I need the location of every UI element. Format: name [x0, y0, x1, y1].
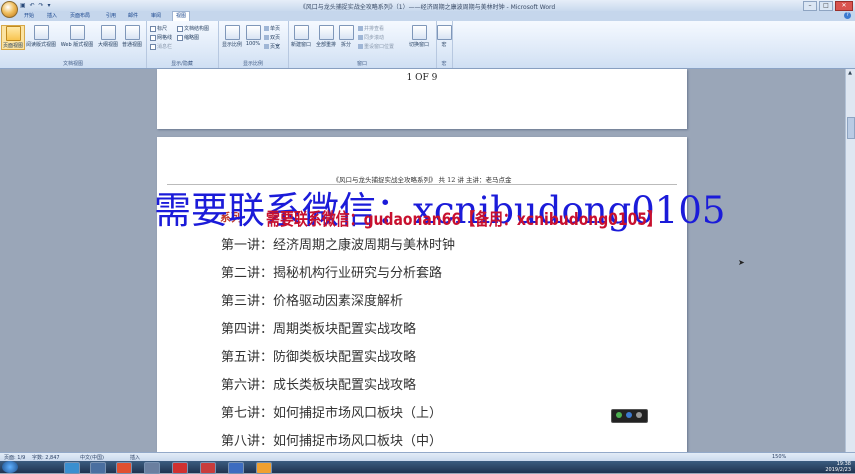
split-button[interactable]: 拆分 — [339, 25, 354, 48]
system-clock[interactable]: 19:38 2019/2/23 — [825, 461, 851, 473]
hundred-icon — [245, 25, 261, 40]
reset-window-button[interactable]: 重设窗口位置 — [358, 43, 394, 50]
taskbar: 19:38 2019/2/23 — [0, 461, 855, 474]
globe-icon — [69, 25, 85, 40]
taskbar-app-icon[interactable] — [64, 462, 80, 474]
watermark-red: 需要联系微信：gudaonan66【备用：xcnibudong0105】 — [266, 210, 661, 230]
thumbnails-checkbox[interactable]: 缩略图 — [177, 34, 199, 41]
maximize-button[interactable]: □ — [819, 1, 833, 11]
ribbon: 页面视图 阅读版式视图 Web 版式视图 大纲视图 普通视图 文档视图 标尺 网… — [0, 21, 855, 69]
draft-icon — [124, 25, 140, 40]
office-button[interactable] — [1, 1, 18, 18]
tab-references[interactable]: 引用 — [106, 12, 116, 19]
taskbar-app-icon[interactable] — [200, 462, 216, 474]
magnifier-icon — [224, 25, 240, 40]
minimize-button[interactable]: – — [803, 1, 817, 11]
word-taskbar-icon[interactable] — [228, 462, 244, 474]
close-button[interactable]: ✕ — [835, 1, 853, 11]
print-layout-button[interactable]: 页面视图 — [1, 25, 25, 50]
group-zoom: 显示比例 100% 单页 双页 页宽 显示比例 — [218, 21, 289, 68]
web-layout-button[interactable]: Web 版式视图 — [58, 25, 96, 48]
message-bar-checkbox[interactable]: 消息栏 — [150, 43, 172, 50]
switch-windows-button[interactable]: 切换窗口 — [406, 25, 432, 48]
scroll-up-icon[interactable]: ▲ — [847, 70, 853, 76]
start-button[interactable] — [2, 461, 18, 473]
print-layout-icon — [5, 26, 21, 41]
group-label-show: 显示/隐藏 — [171, 61, 193, 67]
page-width-button[interactable]: 页宽 — [264, 43, 280, 50]
macro-icon — [437, 25, 452, 40]
full-screen-reading-button[interactable]: 阅读版式视图 — [26, 25, 56, 48]
switch-windows-icon — [411, 25, 427, 40]
macros-button[interactable]: 宏 — [437, 25, 452, 48]
hundred-percent-button[interactable]: 100% — [245, 25, 261, 47]
zoom-button[interactable]: 显示比例 — [220, 25, 244, 48]
group-document-views: 页面视图 阅读版式视图 Web 版式视图 大纲视图 普通视图 文档视图 — [0, 21, 147, 68]
mouse-cursor-icon: ➤ — [738, 258, 745, 267]
lecture-item: 第二讲：揭秘机构行业研究与分析套路 — [221, 266, 443, 281]
ruler-checkbox[interactable]: 标尺 — [150, 25, 167, 32]
lecture-item: 第五讲：防御类板块配置实战攻略 — [221, 350, 417, 365]
gridlines-checkbox[interactable]: 网格线 — [150, 34, 172, 41]
options-icon[interactable] — [636, 412, 642, 418]
title-bar: ▣ ↶ ↷ ▾ 《风口与龙头捕捉实战全攻略系列》（1）——经济周期之康波周期与美… — [0, 0, 855, 18]
zoom-level[interactable]: 150% — [772, 454, 786, 460]
document-map-checkbox[interactable]: 文档结构图 — [177, 25, 209, 32]
arrange-all-button[interactable]: 全部重排 — [314, 25, 338, 48]
tab-insert[interactable]: 插入 — [47, 12, 57, 19]
outline-button[interactable]: 大纲视图 — [97, 25, 119, 48]
lecture-item: 第三讲：价格驱动因素深度解析 — [221, 294, 404, 309]
group-macros: 宏 宏 — [436, 21, 453, 68]
scroll-thumb[interactable] — [847, 117, 855, 139]
language-bar[interactable] — [611, 409, 648, 423]
sync-scroll-button[interactable]: 同步滚动 — [358, 34, 384, 41]
taskbar-app-icon[interactable] — [172, 462, 188, 474]
taskbar-app-icon[interactable] — [116, 462, 132, 474]
help-icon[interactable]: ? — [844, 12, 851, 19]
arrange-icon — [318, 25, 334, 40]
reading-layout-icon — [33, 25, 49, 40]
lecture-item: 第一讲：经济周期之康波周期与美林时钟 — [221, 238, 456, 253]
side-by-side-button[interactable]: 并排查看 — [358, 25, 384, 32]
one-page-button[interactable]: 单页 — [264, 25, 280, 32]
status-insert-mode[interactable]: 插入 — [130, 454, 140, 461]
tab-review[interactable]: 审阅 — [151, 12, 161, 19]
tab-mailings[interactable]: 邮件 — [128, 12, 138, 19]
page-number: 1 OF 9 — [406, 73, 438, 83]
document-area[interactable]: 1 OF 9 《风口与龙头捕捉实战全攻略系列》 共 12 讲 主讲：老马点金 系… — [0, 69, 855, 467]
status-page[interactable]: 页面: 1/9 — [4, 454, 25, 461]
vertical-scrollbar[interactable]: ▲ ▼ — [845, 69, 855, 462]
lecture-item: 第八讲：如何捕捉市场风口板块（中） — [221, 434, 443, 449]
taskbar-app-icon[interactable] — [90, 462, 106, 474]
lecture-item: 第四讲：周期类板块配置实战攻略 — [221, 322, 417, 337]
taskbar-app-icon[interactable] — [256, 462, 272, 474]
tab-page-layout[interactable]: 页面布局 — [70, 12, 90, 19]
new-window-button[interactable]: 新建窗口 — [290, 25, 312, 48]
window-controls: – □ ✕ — [803, 1, 853, 11]
help-bubble-icon[interactable] — [626, 412, 632, 418]
taskbar-app-icon[interactable] — [144, 462, 160, 474]
group-label-views: 文档视图 — [62, 61, 83, 67]
lecture-item: 第六讲：成长类板块配置实战攻略 — [221, 378, 417, 393]
new-window-icon — [293, 25, 309, 40]
window-title: 《风口与龙头捕捉实战全攻略系列》（1）——经济周期之康波周期与美林时钟 - Mi… — [299, 4, 556, 11]
page-1[interactable]: 1 OF 9 — [157, 69, 687, 129]
status-language[interactable]: 中文(中国) — [80, 454, 104, 461]
outline-icon — [100, 25, 116, 40]
tab-home[interactable]: 开始 — [24, 12, 34, 19]
split-icon — [339, 25, 354, 40]
group-label-window: 窗口 — [356, 61, 367, 67]
ime-icon[interactable] — [616, 412, 622, 418]
two-pages-button[interactable]: 双页 — [264, 34, 280, 41]
status-word-count[interactable]: 字数: 2,847 — [32, 454, 60, 461]
draft-button[interactable]: 普通视图 — [120, 25, 144, 48]
group-label-macros: 宏 — [441, 61, 447, 67]
group-window: 新建窗口 全部重排 拆分 并排查看 同步滚动 重设窗口位置 切换窗口 窗口 — [288, 21, 437, 68]
lecture-item: 第七讲：如何捕捉市场风口板块（上） — [221, 406, 443, 421]
tab-view[interactable]: 视图 — [172, 11, 191, 21]
group-show-hide: 标尺 网格线 消息栏 文档结构图 缩略图 显示/隐藏 — [146, 21, 219, 68]
ribbon-tabs: 开始 插入 页面布局 引用 邮件 审阅 视图 ? — [0, 11, 855, 21]
group-label-zoom: 显示比例 — [242, 61, 263, 67]
